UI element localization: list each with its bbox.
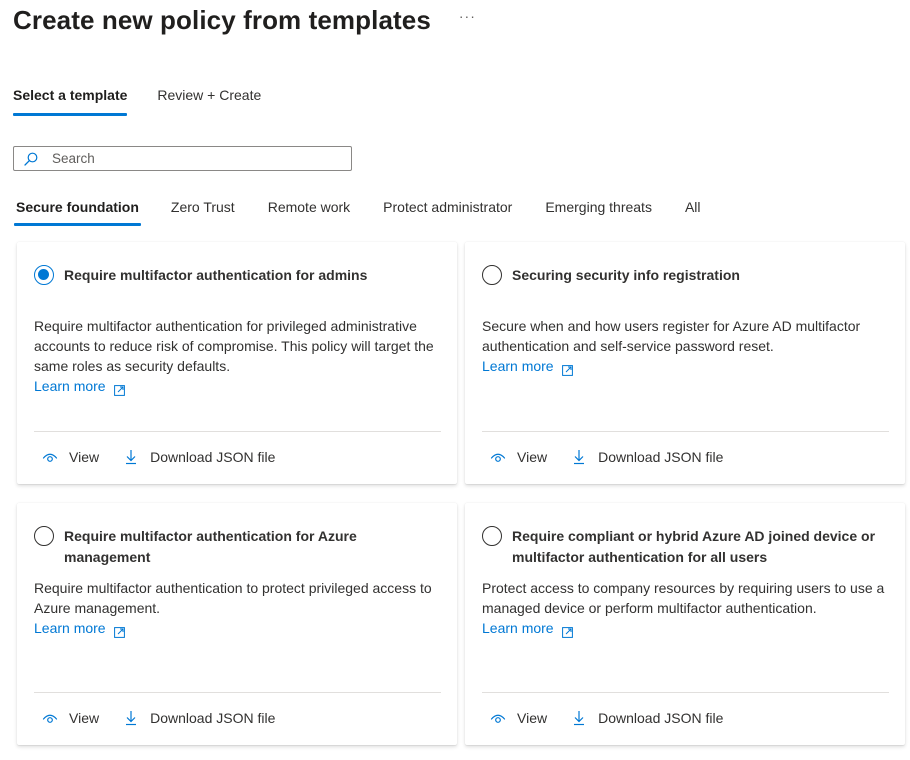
template-card[interactable]: Require multifactor authentication for a…: [17, 242, 457, 484]
template-title: Securing security info registration: [512, 267, 740, 283]
category-tabs: Secure foundation Zero Trust Remote work…: [14, 196, 734, 226]
view-button[interactable]: View: [42, 447, 99, 467]
template-description: Require multifactor authentication to pr…: [34, 580, 432, 616]
template-card[interactable]: Securing security info registration Secu…: [465, 242, 905, 484]
download-json-button[interactable]: Download JSON file: [123, 708, 275, 728]
tab-remote-work[interactable]: Remote work: [268, 196, 350, 226]
template-title: Require compliant or hybrid Azure AD joi…: [512, 528, 876, 565]
tab-review-create[interactable]: Review + Create: [157, 84, 261, 116]
eye-icon: [490, 449, 506, 465]
download-icon: [571, 449, 587, 465]
download-json-button[interactable]: Download JSON file: [571, 708, 723, 728]
learn-more-link[interactable]: Learn more: [34, 618, 125, 638]
card-divider: [34, 692, 441, 693]
external-link-icon: [561, 623, 573, 638]
learn-more-label: Learn more: [34, 378, 106, 394]
view-label: View: [517, 710, 548, 726]
wizard-tabs: Select a template Review + Create: [13, 84, 291, 116]
radio-button-selected[interactable]: [34, 265, 54, 285]
view-button[interactable]: View: [490, 447, 547, 467]
template-description-block: Require multifactor authentication to pr…: [34, 578, 443, 638]
template-title: Require multifactor authentication for a…: [64, 267, 368, 283]
search-input[interactable]: [52, 151, 332, 166]
tab-select-a-template[interactable]: Select a template: [13, 84, 128, 116]
card-divider: [482, 431, 889, 432]
template-radio-option[interactable]: Securing security info registration: [482, 264, 889, 286]
learn-more-link[interactable]: Learn more: [482, 618, 573, 638]
download-icon: [123, 449, 139, 465]
template-radio-option[interactable]: Require multifactor authentication for A…: [34, 525, 441, 568]
tab-protect-administrator[interactable]: Protect administrator: [383, 196, 512, 226]
card-divider: [34, 431, 441, 432]
template-description: Protect access to company resources by r…: [482, 580, 885, 616]
search-box[interactable]: [13, 146, 352, 171]
download-icon: [571, 710, 587, 726]
view-button[interactable]: View: [42, 708, 99, 728]
download-icon: [123, 710, 139, 726]
view-label: View: [69, 449, 100, 465]
learn-more-link[interactable]: Learn more: [482, 356, 573, 376]
download-label: Download JSON file: [150, 449, 276, 465]
learn-more-link[interactable]: Learn more: [34, 376, 125, 396]
tab-emerging-threats[interactable]: Emerging threats: [545, 196, 652, 226]
template-description-block: Protect access to company resources by r…: [482, 578, 891, 638]
view-label: View: [69, 710, 100, 726]
template-description: Secure when and how users register for A…: [482, 318, 861, 354]
template-radio-option[interactable]: Require compliant or hybrid Azure AD joi…: [482, 525, 889, 568]
radio-button[interactable]: [482, 526, 502, 546]
download-label: Download JSON file: [598, 449, 724, 465]
tab-all[interactable]: All: [685, 196, 701, 226]
template-description-block: Require multifactor authentication for p…: [34, 316, 443, 396]
more-options-button[interactable]: ···: [459, 8, 476, 24]
template-description: Require multifactor authentication for p…: [34, 318, 434, 374]
card-actions: View Download JSON file: [490, 708, 747, 728]
external-link-icon: [113, 381, 125, 396]
download-json-button[interactable]: Download JSON file: [571, 447, 723, 467]
download-label: Download JSON file: [150, 710, 276, 726]
radio-button[interactable]: [34, 526, 54, 546]
external-link-icon: [561, 361, 573, 376]
page-header: Create new policy from templates ···: [13, 2, 476, 38]
learn-more-label: Learn more: [482, 620, 554, 636]
template-title: Require multifactor authentication for A…: [64, 528, 357, 565]
learn-more-label: Learn more: [482, 358, 554, 374]
eye-icon: [42, 449, 58, 465]
template-card[interactable]: Require multifactor authentication for A…: [17, 503, 457, 745]
template-description-block: Secure when and how users register for A…: [482, 316, 891, 376]
eye-icon: [490, 710, 506, 726]
eye-icon: [42, 710, 58, 726]
card-actions: View Download JSON file: [42, 708, 299, 728]
page-title: Create new policy from templates: [13, 5, 431, 35]
tab-secure-foundation[interactable]: Secure foundation: [14, 196, 141, 226]
search-icon: [24, 152, 38, 166]
view-label: View: [517, 449, 548, 465]
learn-more-label: Learn more: [34, 620, 106, 636]
card-divider: [482, 692, 889, 693]
tab-zero-trust[interactable]: Zero Trust: [171, 196, 235, 226]
download-json-button[interactable]: Download JSON file: [123, 447, 275, 467]
external-link-icon: [113, 623, 125, 638]
template-radio-option[interactable]: Require multifactor authentication for a…: [34, 264, 441, 286]
download-label: Download JSON file: [598, 710, 724, 726]
card-actions: View Download JSON file: [42, 447, 299, 467]
view-button[interactable]: View: [490, 708, 547, 728]
radio-button[interactable]: [482, 265, 502, 285]
card-actions: View Download JSON file: [490, 447, 747, 467]
template-card[interactable]: Require compliant or hybrid Azure AD joi…: [465, 503, 905, 745]
